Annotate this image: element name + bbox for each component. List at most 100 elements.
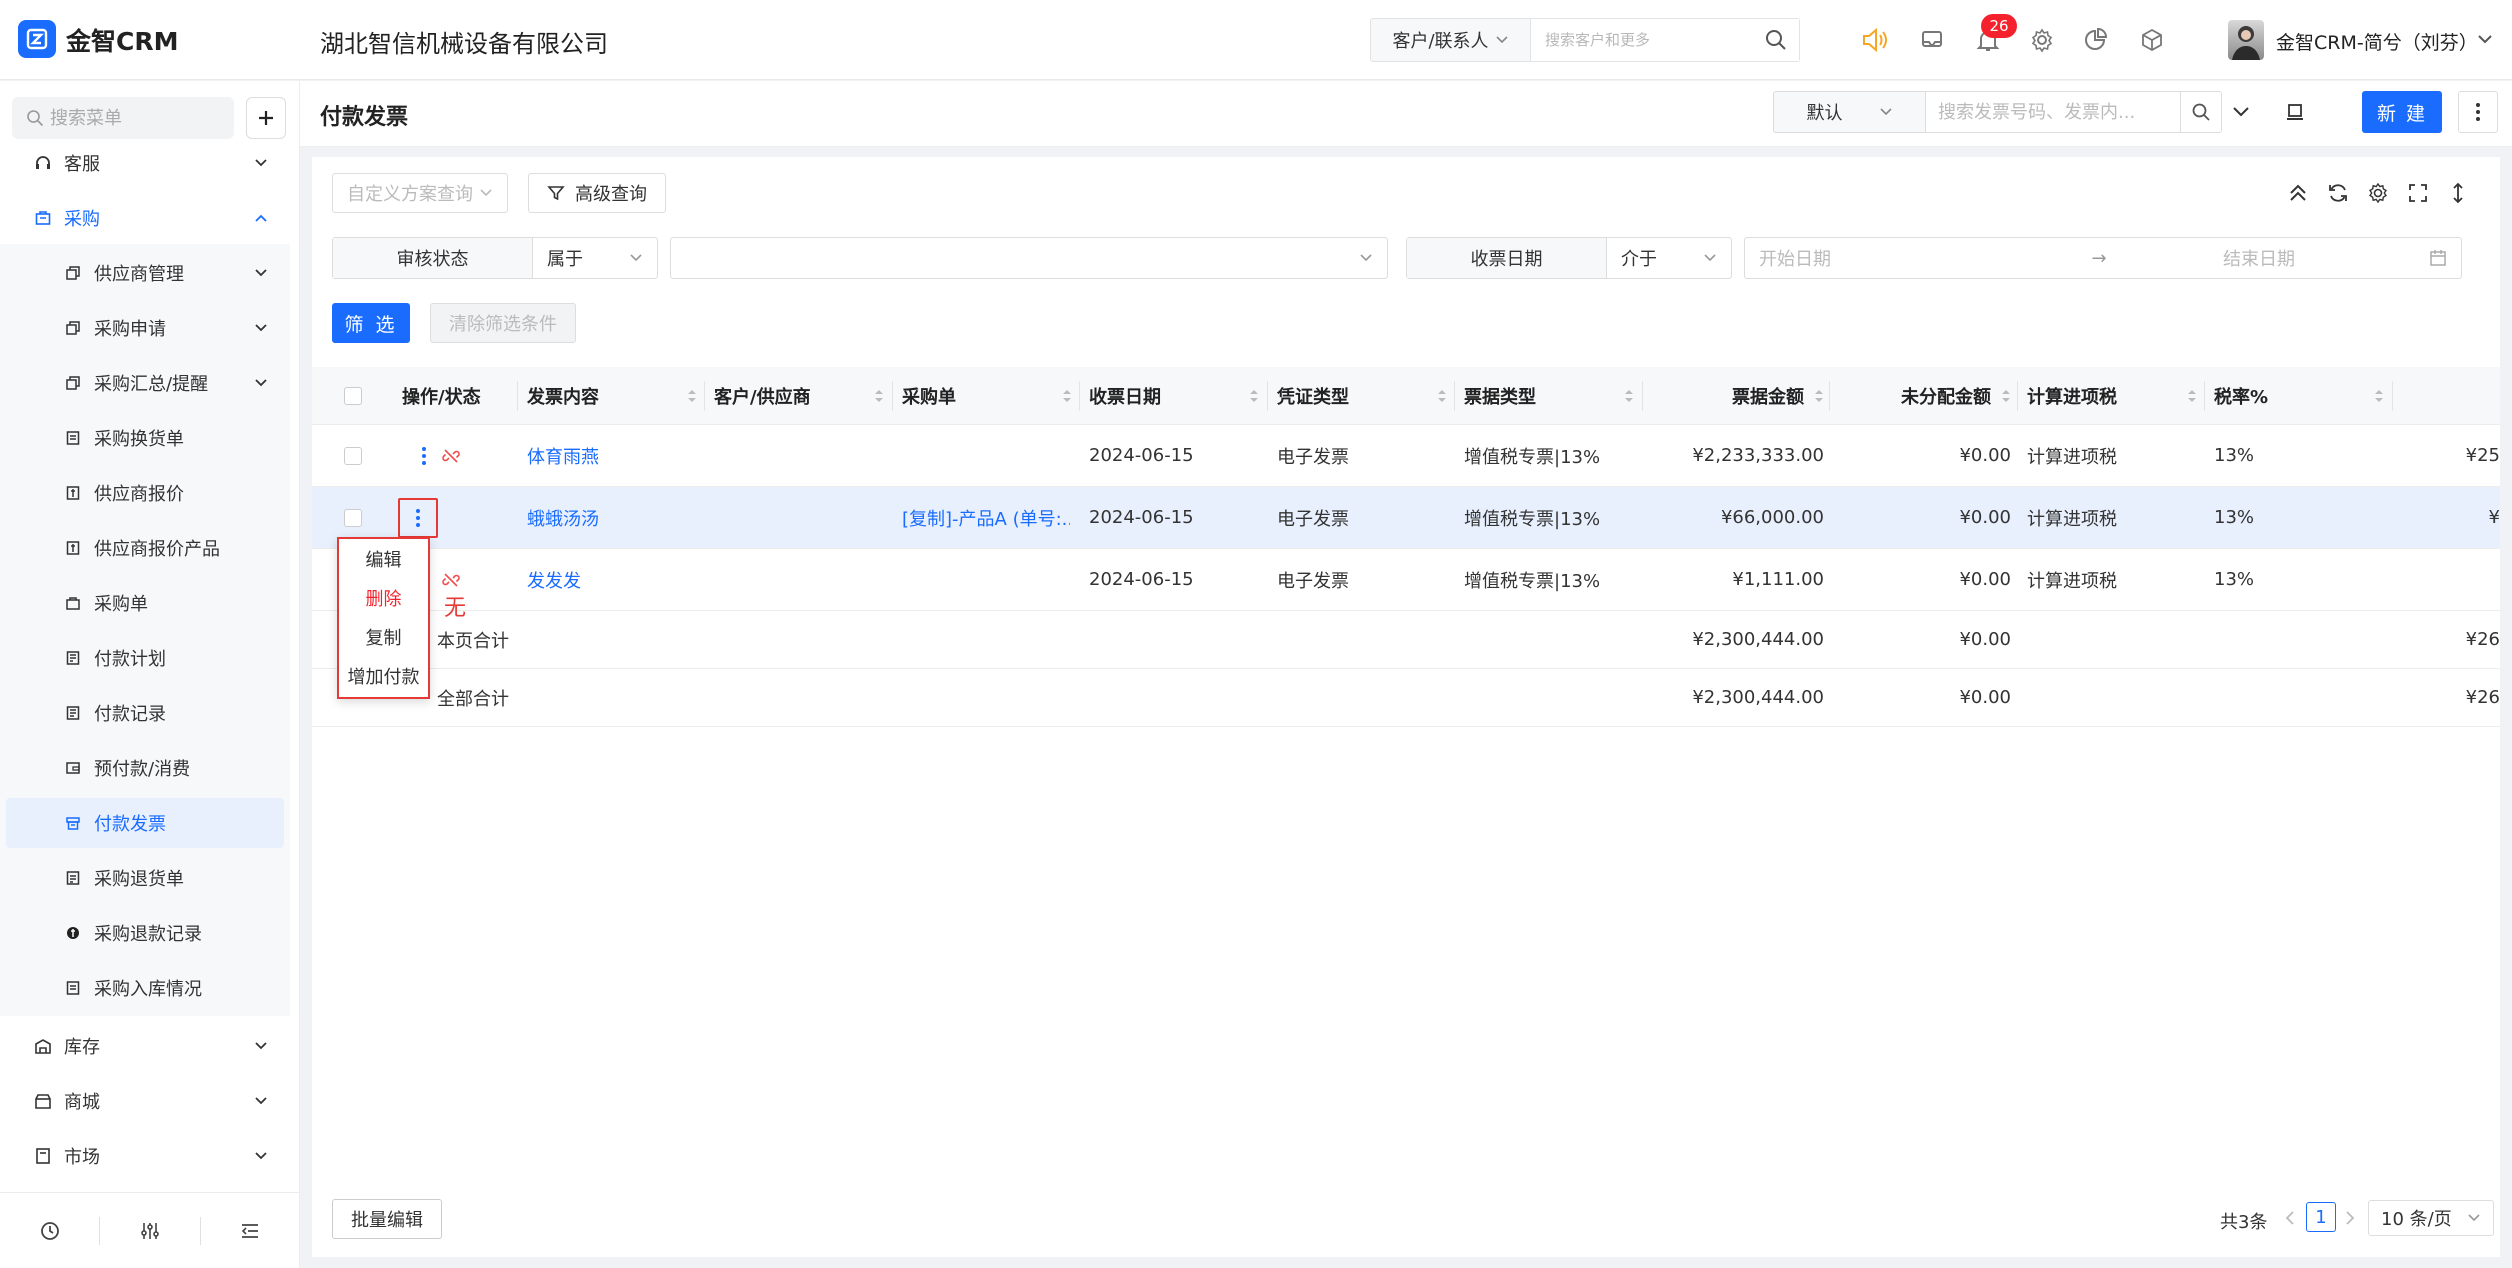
invoice-content-link[interactable]: 体育雨燕 <box>527 425 599 486</box>
start-date-placeholder: 开始日期 <box>1759 249 1831 270</box>
sidebar-item-inventory[interactable]: 库存 <box>0 1021 290 1071</box>
sidebar-item-payment-plan[interactable]: 付款计划 <box>0 633 290 683</box>
invoice-search-input[interactable] <box>1925 91 2181 133</box>
menu-search <box>12 97 234 139</box>
status-value-select[interactable] <box>670 237 1388 279</box>
menu-item-edit[interactable]: 编辑 <box>339 539 428 578</box>
search-icon[interactable] <box>1753 19 1799 61</box>
purchase-order-link[interactable] <box>902 549 1070 610</box>
grand-total-unassigned: ¥0.00 <box>1959 687 2011 708</box>
plan-doc-icon <box>64 649 82 667</box>
sidebar-item-payment-record[interactable]: 付款记录 <box>0 688 290 738</box>
sidebar-item-customer-service[interactable]: 客服 <box>0 138 290 188</box>
invoice-content-link[interactable]: 蛾蛾汤汤 <box>527 487 599 548</box>
print-icon[interactable] <box>2278 95 2312 129</box>
chevron-down-icon[interactable] <box>2476 30 2494 48</box>
row-height-icon[interactable] <box>2444 179 2472 207</box>
column-header[interactable]: 计算进项税 <box>2027 367 2197 424</box>
sidebar-item-label: 市场 <box>64 1147 100 1168</box>
global-search-input[interactable] <box>1531 19 1753 61</box>
exchange-doc-icon <box>64 429 82 447</box>
gear-icon[interactable] <box>2024 22 2060 58</box>
column-header[interactable]: 票据类型 <box>1464 367 1634 424</box>
filter-button[interactable]: 筛 选 <box>332 303 410 343</box>
search-icon[interactable] <box>2180 91 2222 133</box>
page-number-current[interactable]: 1 <box>2306 1202 2336 1232</box>
column-header[interactable]: 采购单 <box>902 367 1072 424</box>
table-row[interactable]: 发发发 2024-06-15 电子发票 增值税专票|13% ¥1,111.00 … <box>312 549 2500 611</box>
column-header[interactable]: 凭证类型 <box>1277 367 1447 424</box>
sidebar-item-purchase[interactable]: 采购 <box>0 193 290 243</box>
sidebar-item-mall[interactable]: 商城 <box>0 1076 290 1126</box>
clear-filter-button[interactable]: 清除筛选条件 <box>430 303 576 343</box>
menu-item-copy[interactable]: 复制 <box>339 617 428 656</box>
chevron-down-icon[interactable] <box>2230 101 2252 123</box>
page-title: 付款发票 <box>320 105 409 130</box>
sidebar-item-purchase-request[interactable]: 采购申请 <box>0 303 290 353</box>
sidebar-item-purchase-exchange[interactable]: 采购换货单 <box>0 413 290 463</box>
sidebar-item-supplier-management[interactable]: 供应商管理 <box>0 248 290 298</box>
sidebar-footer <box>0 1192 300 1268</box>
message-icon[interactable] <box>1914 22 1950 58</box>
column-header[interactable]: 收票日期 <box>1089 367 1259 424</box>
date-operator-select[interactable]: 介于 <box>1607 238 1731 278</box>
page-next-icon[interactable] <box>2344 1210 2356 1226</box>
collapse-menu-icon[interactable] <box>201 1211 300 1251</box>
more-options-icon[interactable] <box>2458 91 2498 133</box>
row-more-icon[interactable] <box>412 425 436 486</box>
gear-icon[interactable] <box>2364 179 2392 207</box>
fullscreen-icon[interactable] <box>2404 179 2432 207</box>
column-header[interactable]: 发票内容 <box>527 367 697 424</box>
page-size-select[interactable]: 10 条/页 <box>2368 1200 2494 1236</box>
custom-query-select[interactable]: 自定义方案查询 <box>332 173 508 213</box>
refresh-icon[interactable] <box>2324 179 2352 207</box>
sidebar-item-supplier-quote[interactable]: 供应商报价 <box>0 468 290 518</box>
overflow-amount-cell: ¥25 <box>2465 445 2500 466</box>
sidebar-item-market[interactable]: 市场 <box>0 1131 290 1181</box>
sort-icon <box>1624 388 1634 404</box>
column-header[interactable]: 客户/供应商 <box>714 367 884 424</box>
column-header[interactable]: 票据金额 <box>1652 367 1824 424</box>
menu-search-input[interactable] <box>50 107 220 129</box>
sidebar-item-purchase-summary[interactable]: 采购汇总/提醒 <box>0 358 290 408</box>
date-operator-value: 介于 <box>1621 249 1657 270</box>
sidebar-item-payment-invoice[interactable]: 付款发票 <box>6 798 284 848</box>
speaker-icon[interactable] <box>1856 22 1892 58</box>
copy-icon <box>64 264 82 282</box>
sidebar-item-purchase-refund[interactable]: 采购退款记录 <box>0 908 290 958</box>
collapse-up-icon[interactable] <box>2284 179 2312 207</box>
sidebar-item-purchase-return[interactable]: 采购退货单 <box>0 853 290 903</box>
pie-chart-icon[interactable] <box>2078 22 2114 58</box>
sort-icon <box>2001 388 2011 404</box>
invoice-content-link[interactable]: 发发发 <box>527 549 581 610</box>
sidebar-item-purchase-stock-in[interactable]: 采购入库情况 <box>0 963 290 1013</box>
menu-item-delete[interactable]: 删除 <box>339 578 428 617</box>
sidebar-item-purchase-order[interactable]: 采购单 <box>0 578 290 628</box>
search-type-select[interactable]: 客户/联系人 <box>1371 19 1531 61</box>
date-range-picker[interactable]: 开始日期 → 结束日期 <box>1744 237 2462 279</box>
select-all-checkbox[interactable] <box>344 367 362 424</box>
cube-icon[interactable] <box>2134 22 2170 58</box>
brand-logo-icon[interactable] <box>18 20 56 58</box>
column-header[interactable]: 未分配金额 <box>1839 367 2011 424</box>
purchase-order-link[interactable] <box>902 425 1070 486</box>
sliders-icon[interactable] <box>100 1211 199 1251</box>
page-prev-icon[interactable] <box>2284 1210 2296 1226</box>
table-row[interactable]: 体育雨燕 2024-06-15 电子发票 增值税专票|13% ¥2,233,33… <box>312 425 2500 487</box>
bulk-edit-button[interactable]: 批量编辑 <box>332 1199 442 1239</box>
user-name[interactable]: 金智CRM-简兮（刘芬） <box>2276 28 2478 55</box>
sidebar-item-supplier-quote-product[interactable]: 供应商报价产品 <box>0 523 290 573</box>
advanced-query-button[interactable]: 高级查询 <box>528 173 666 213</box>
status-operator-select[interactable]: 属于 <box>533 238 657 278</box>
add-menu-button[interactable] <box>246 97 286 139</box>
column-header[interactable]: 税率% <box>2214 367 2384 424</box>
table-row[interactable]: 蛾蛾汤汤 [复制]-产品A (单号:... 2024-06-15 电子发票 增值… <box>312 487 2500 549</box>
history-icon[interactable] <box>0 1211 99 1251</box>
avatar[interactable] <box>2228 20 2264 60</box>
view-select[interactable]: 默认 <box>1773 91 1925 133</box>
menu-item-add-payment[interactable]: 增加付款 <box>339 656 428 695</box>
new-button[interactable]: 新 建 <box>2362 91 2442 133</box>
row-checkbox[interactable] <box>344 425 362 486</box>
purchase-order-link[interactable]: [复制]-产品A (单号:... <box>902 487 1070 548</box>
sidebar-item-prepayment[interactable]: 预付款/消费 <box>0 743 290 793</box>
